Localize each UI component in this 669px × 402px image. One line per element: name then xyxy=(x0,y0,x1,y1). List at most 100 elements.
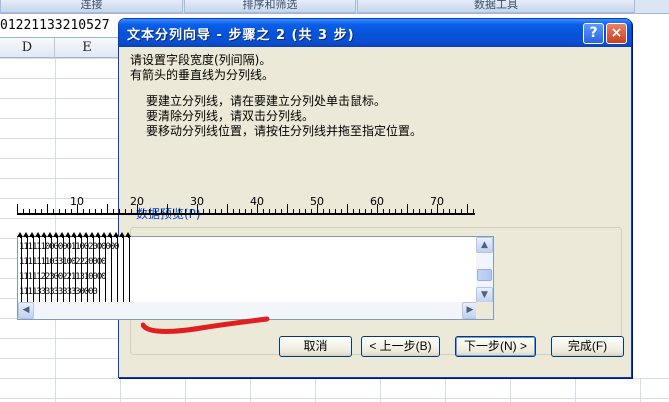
data-preview-box[interactable]: 11111100000011002000000 1111111033100222… xyxy=(17,236,494,320)
ruler-tick xyxy=(233,209,234,213)
ruler-tick xyxy=(95,209,96,213)
column-break-line[interactable] xyxy=(44,236,45,238)
ruler-tick xyxy=(149,209,150,213)
column-break-line[interactable] xyxy=(69,237,70,303)
column-break-line[interactable] xyxy=(39,237,40,303)
column-break-line[interactable] xyxy=(81,237,82,303)
cancel-button[interactable]: 取消 xyxy=(279,336,352,357)
ruler-tick xyxy=(263,209,264,213)
column-break-line[interactable] xyxy=(92,236,93,238)
ruler-tick xyxy=(113,209,114,213)
column-break-line[interactable] xyxy=(116,236,117,238)
ruler-tick xyxy=(167,204,168,213)
ruler-tick xyxy=(419,209,420,213)
ruler-tick xyxy=(449,209,450,213)
column-header-d[interactable]: D xyxy=(0,38,55,58)
ribbon-group-label: 数据工具 xyxy=(474,0,518,11)
column-break-line[interactable] xyxy=(111,237,112,303)
scroll-up-button[interactable]: ▲ xyxy=(476,237,493,253)
ruler-tick xyxy=(161,209,162,213)
ribbon-group-connections[interactable]: 连接 xyxy=(0,0,183,13)
column-break-line[interactable] xyxy=(62,236,63,238)
ruler-tick xyxy=(275,209,276,213)
ruler-tick xyxy=(59,209,60,213)
ruler-tick xyxy=(323,209,324,213)
preview-vertical-scrollbar[interactable]: ▲ ▼ xyxy=(476,237,493,303)
column-break-line[interactable] xyxy=(45,237,46,303)
ruler-label: 20 xyxy=(130,195,144,208)
column-break-line[interactable] xyxy=(51,237,52,303)
scroll-thumb[interactable] xyxy=(477,269,492,281)
ribbon-group-label: 排序和筛选 xyxy=(242,0,298,11)
column-break-line[interactable] xyxy=(98,236,99,238)
ruler-tick xyxy=(221,209,222,213)
column-break-line[interactable] xyxy=(32,236,33,238)
column-break-line[interactable] xyxy=(105,237,106,303)
ribbon-group-data-tools[interactable]: 数据工具 xyxy=(357,0,635,13)
back-button[interactable]: < 上一步(B) xyxy=(361,336,440,357)
ruler-tick xyxy=(65,209,66,213)
chevron-right-icon: ▶ xyxy=(466,305,474,315)
worksheet-area[interactable] xyxy=(632,18,669,378)
column-break-line[interactable] xyxy=(74,236,75,238)
ruler-tick xyxy=(119,209,120,213)
ruler-tick xyxy=(131,209,132,213)
ruler-tick xyxy=(407,204,408,213)
ruler-tick xyxy=(311,209,312,213)
instruction-text: 有箭头的垂直线为分列线。 xyxy=(130,68,275,82)
ruler-tick xyxy=(395,209,396,213)
ruler-tick xyxy=(293,209,294,213)
column-break-line[interactable] xyxy=(86,236,87,238)
next-button[interactable]: 下一步(N) > xyxy=(455,336,536,357)
help-button[interactable]: ? xyxy=(583,23,604,44)
ruler-tick xyxy=(341,209,342,213)
scroll-down-button[interactable]: ▼ xyxy=(476,287,493,303)
column-break-line[interactable] xyxy=(33,237,34,303)
column-break-line[interactable] xyxy=(110,236,111,238)
column-break-line[interactable] xyxy=(87,237,88,303)
preview-content[interactable]: 11111100000011002000000 1111111033100222… xyxy=(18,237,478,303)
column-break-line[interactable] xyxy=(38,236,39,238)
column-break-line[interactable] xyxy=(68,236,69,238)
dialog-titlebar[interactable]: 文本分列向导 - 步骤之 2 (共 3 步) ? × xyxy=(119,19,631,47)
column-break-line[interactable] xyxy=(50,236,51,238)
column-break-line[interactable] xyxy=(104,236,105,238)
close-button[interactable]: × xyxy=(606,23,627,44)
column-break-line[interactable] xyxy=(128,236,129,238)
ruler-tick xyxy=(251,209,252,213)
column-break-line[interactable] xyxy=(80,236,81,238)
ruler-label: 70 xyxy=(430,195,444,208)
column-break-line[interactable] xyxy=(26,236,27,238)
ruler-tick xyxy=(71,209,72,213)
ruler-tick xyxy=(17,204,18,213)
ruler-tick xyxy=(143,209,144,213)
column-break-line[interactable] xyxy=(117,237,118,303)
ribbon-group-sort-filter[interactable]: 排序和筛选 xyxy=(184,0,356,13)
ruler-tick xyxy=(389,209,390,213)
ruler-tick xyxy=(473,209,474,213)
column-break-line[interactable] xyxy=(63,237,64,303)
ruler-tick xyxy=(41,209,42,213)
column-break-line[interactable] xyxy=(75,237,76,303)
scrollbar-corner xyxy=(476,302,493,319)
column-break-line[interactable] xyxy=(56,236,57,238)
column-break-line[interactable] xyxy=(99,237,100,303)
ruler-label: 40 xyxy=(250,195,264,208)
column-header-e[interactable]: E xyxy=(55,38,120,58)
column-break-line[interactable] xyxy=(57,237,58,303)
column-break-line[interactable] xyxy=(21,237,22,303)
ruler-tick xyxy=(101,209,102,213)
column-break-line[interactable] xyxy=(20,236,21,238)
ruler-label: 60 xyxy=(370,195,384,208)
column-break-line[interactable] xyxy=(129,237,130,303)
ruler-label: 30 xyxy=(190,195,204,208)
ruler-label: 50 xyxy=(310,195,324,208)
finish-button[interactable]: 完成(F) xyxy=(551,336,624,357)
column-break-line[interactable] xyxy=(27,237,28,303)
chevron-down-icon: ▼ xyxy=(481,290,488,300)
scroll-left-button[interactable]: ◀ xyxy=(18,302,34,319)
column-break-line[interactable] xyxy=(93,237,94,303)
column-break-line[interactable] xyxy=(123,237,124,303)
column-ruler[interactable]: 10 20 30 40 50 60 70 xyxy=(17,186,475,222)
column-break-line[interactable] xyxy=(122,236,123,238)
